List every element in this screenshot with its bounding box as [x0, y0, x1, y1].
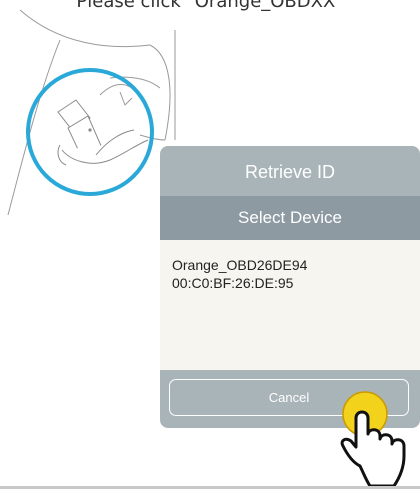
- device-list: Orange_OBD26DE94 00:C0:BF:26:DE:95: [160, 240, 420, 370]
- device-list-item[interactable]: Orange_OBD26DE94 00:C0:BF:26:DE:95: [172, 256, 412, 292]
- retrieve-id-dialog: Retrieve ID Select Device Orange_OBD26DE…: [160, 146, 420, 428]
- dialog-subtitle: Select Device: [160, 196, 420, 240]
- device-address: 00:C0:BF:26:DE:95: [172, 275, 294, 291]
- device-name: Orange_OBD26DE94: [172, 257, 308, 273]
- dialog-title: Retrieve ID: [160, 146, 420, 196]
- pointing-hand-icon: [340, 391, 406, 488]
